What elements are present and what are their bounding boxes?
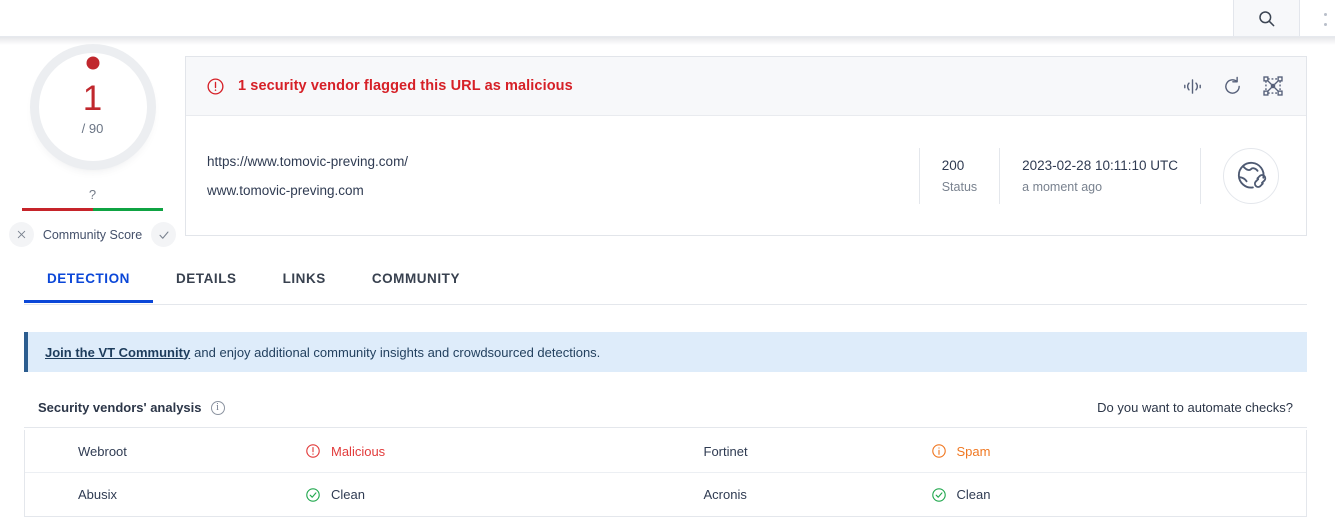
vendor-verdict: Spam <box>931 443 991 459</box>
community-score-label: Community Score <box>42 227 143 242</box>
vendor-verdict: Malicious <box>305 443 385 459</box>
signal-exchange-icon[interactable] <box>1182 76 1203 97</box>
status-group: 200 Status <box>942 148 977 204</box>
url-type-badge <box>1223 147 1279 204</box>
table-row: Webroot Malicious Fortinet Spam <box>25 430 1306 473</box>
vendor-name: Webroot <box>78 443 127 459</box>
meta-divider-left <box>918 147 920 204</box>
tab-links[interactable]: LINKS <box>260 267 349 302</box>
vendor-verdict: Clean <box>305 487 365 503</box>
url-details: https://www.tomovic-preving.com/ www.tom… <box>186 116 1306 235</box>
community-score-bar <box>22 208 163 211</box>
top-bar <box>0 0 1335 37</box>
verdict-group: 1 security vendor flagged this URL as ma… <box>206 77 573 96</box>
check-icon <box>158 229 170 241</box>
tab-community[interactable]: COMMUNITY <box>349 267 483 302</box>
stub-dot-upper <box>1324 13 1327 16</box>
table-row: Abusix Clean Acronis Clean <box>25 473 1306 516</box>
community-bar-positive <box>92 208 163 211</box>
join-community-text: and enjoy additional community insights … <box>194 344 601 360</box>
automate-checks-link[interactable]: Do you want to automate checks? <box>1097 400 1293 415</box>
url-report-card: 1 security vendor flagged this URL as ma… <box>185 56 1307 236</box>
status-label: Status <box>941 179 978 194</box>
community-bar-negative <box>22 208 93 211</box>
x-icon <box>16 229 27 240</box>
score-column: 1 / 90 ? Community Score <box>0 45 185 247</box>
vendor-entry-abusix: Abusix Clean <box>25 473 666 516</box>
vendors-results-table: Webroot Malicious Fortinet Spam Abusix C… <box>24 430 1307 517</box>
vendor-verdict-label: Spam <box>956 443 991 459</box>
scan-metadata: 200 Status 2023-02-28 10:11:10 UTC a mom… <box>897 147 1306 204</box>
join-community-banner: Join the VT Community and enjoy addition… <box>24 332 1307 372</box>
vendors-section-header: Security vendors' analysis i Do you want… <box>24 388 1307 428</box>
url-block: https://www.tomovic-preving.com/ www.tom… <box>207 154 408 198</box>
vendor-name: Abusix <box>78 487 118 502</box>
detection-total: / 90 <box>81 121 104 136</box>
status-code: 200 <box>941 157 965 173</box>
verdict-banner: 1 security vendor flagged this URL as ma… <box>186 57 1306 116</box>
community-downvote-button[interactable] <box>8 222 34 247</box>
meta-divider-right <box>1200 147 1201 204</box>
reanalyze-icon[interactable] <box>1222 76 1243 97</box>
vendor-entry-fortinet: Fortinet Spam <box>666 430 1307 472</box>
vendor-name: Acronis <box>703 487 747 502</box>
community-score-value: ? <box>88 187 97 202</box>
detection-count: 1 <box>82 79 103 118</box>
vendor-verdict-label: Clean <box>956 487 991 502</box>
exclamation-circle-icon <box>305 443 321 459</box>
scan-timestamp: 2023-02-28 10:11:10 UTC <box>1022 157 1178 173</box>
vendor-entry-acronis: Acronis Clean <box>666 473 1307 516</box>
community-upvote-button[interactable] <box>151 222 177 247</box>
vendor-name: Fortinet <box>703 443 748 459</box>
tab-details[interactable]: DETAILS <box>153 267 260 302</box>
info-icon[interactable]: i <box>210 400 225 415</box>
vendor-entry-webroot: Webroot Malicious <box>25 430 666 472</box>
top-bar-right-stub <box>1301 0 1335 36</box>
vendor-verdict-label: Clean <box>331 487 365 502</box>
search-button[interactable] <box>1233 0 1300 36</box>
timestamp-group: 2023-02-28 10:11:10 UTC a moment ago <box>1022 148 1178 204</box>
verdict-message: 1 security vendor flagged this URL as ma… <box>238 78 573 94</box>
globe-link-icon <box>1235 159 1268 192</box>
scanned-url[interactable]: https://www.tomovic-preving.com/ <box>207 154 408 169</box>
card-action-buttons <box>1182 75 1284 97</box>
check-circle-icon <box>931 487 947 503</box>
community-score-controls: Community Score <box>0 222 185 247</box>
tab-detection[interactable]: DETECTION <box>24 267 153 303</box>
detection-score-gauge: 1 / 90 <box>38 53 147 161</box>
meta-divider-middle <box>999 147 1001 204</box>
exclamation-circle-icon <box>206 77 225 96</box>
scan-relative-time: a moment ago <box>1022 179 1103 194</box>
scanned-domain[interactable]: www.tomovic-preving.com <box>207 183 408 198</box>
info-circle-icon <box>931 443 947 459</box>
gauge-inner: 1 / 90 <box>47 62 138 152</box>
join-community-link[interactable]: Join the VT Community <box>45 345 190 360</box>
search-icon <box>1257 9 1276 28</box>
vendor-verdict-label: Malicious <box>331 443 386 459</box>
check-circle-icon <box>305 487 321 503</box>
vendors-section-title: Security vendors' analysis <box>38 400 202 415</box>
similar-graph-icon[interactable] <box>1262 75 1284 97</box>
top-bar-shadow <box>0 37 1335 45</box>
vendor-verdict: Clean <box>931 487 991 503</box>
gauge-marker-dot <box>86 56 99 70</box>
stub-dot-lower <box>1324 23 1327 26</box>
report-tabs: DETECTION DETAILS LINKS COMMUNITY <box>24 267 1307 305</box>
